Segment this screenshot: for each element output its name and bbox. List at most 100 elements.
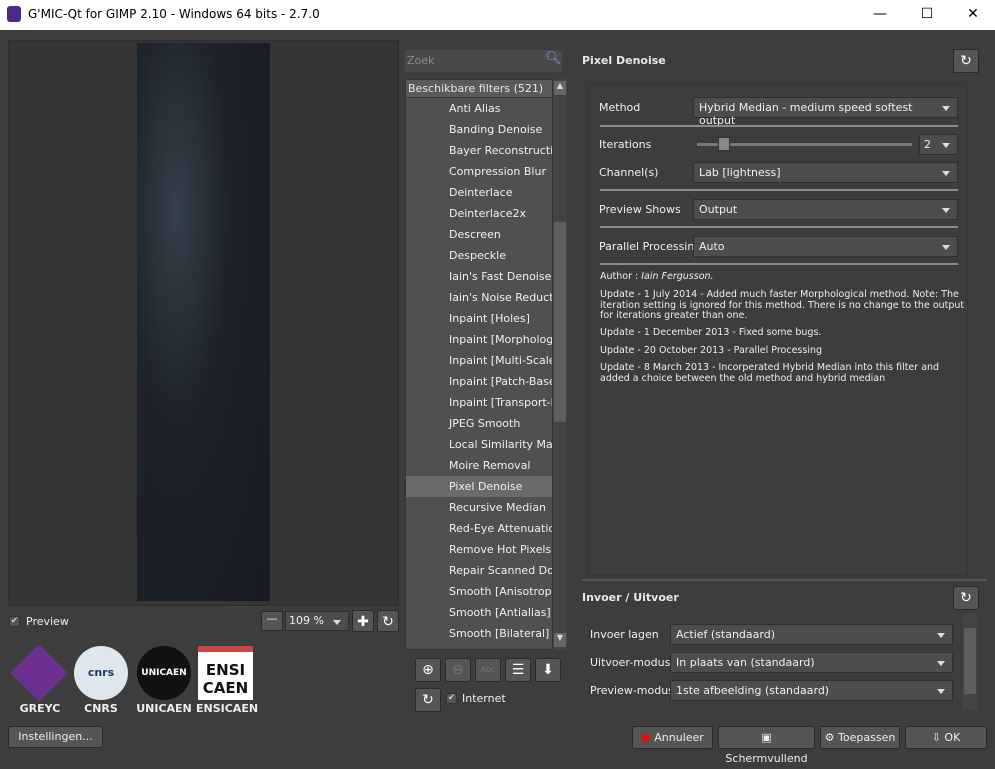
update-note: Update - 20 October 2013 - Parallel Proc…	[600, 345, 823, 356]
scrollbar-thumb[interactable]	[554, 222, 566, 422]
filter-item[interactable]: Banding Denoise	[406, 119, 553, 140]
reset-io-icon[interactable]: ↻	[953, 586, 979, 610]
settings-button[interactable]: Instellingen...	[8, 726, 103, 748]
splitter-handle[interactable]	[582, 579, 987, 581]
output-mode-value: In plaats van (standaard)	[676, 656, 815, 669]
filter-list[interactable]: Beschikbare filters (521) Anti Alias Band…	[405, 79, 567, 650]
filter-item[interactable]: Smooth [Anisotropic]	[406, 581, 553, 602]
filter-item[interactable]: Iain's Noise Reduction	[406, 287, 553, 308]
preview-mode-label: Preview-modus	[590, 684, 674, 697]
filter-item[interactable]: Inpaint [Morphological]	[406, 329, 553, 350]
preview-label: Preview	[26, 615, 69, 628]
filter-list-scrollbar[interactable]: ▲ ▼	[552, 79, 567, 650]
filter-item[interactable]: Moire Removal	[406, 455, 553, 476]
ok-label: OK	[944, 731, 961, 744]
expand-icon[interactable]: ⬇	[535, 658, 561, 682]
filter-item[interactable]: Smooth [Antialias]	[406, 602, 553, 623]
update-note: Update - 8 March 2013 - Incorperated Hyb…	[600, 362, 940, 384]
greyc-logo	[10, 644, 68, 702]
zoom-in-icon[interactable]: ✚	[352, 610, 374, 632]
filter-item[interactable]: Descreen	[406, 224, 553, 245]
filter-item[interactable]: Deinterlace2x	[406, 203, 553, 224]
channels-value: Lab [lightness]	[699, 166, 781, 179]
filter-item[interactable]: Compression Blur	[406, 161, 553, 182]
update-note: Update - 1 July 2014 - Added much faster…	[600, 289, 965, 321]
iterations-slider-handle[interactable]	[718, 137, 730, 151]
scroll-down-icon[interactable]: ▼	[554, 633, 566, 647]
separator	[600, 125, 958, 127]
scroll-up-icon[interactable]: ▲	[554, 81, 566, 95]
update-note: Update - 1 December 2013 - Fixed some bu…	[600, 327, 822, 338]
apply-label: Toepassen	[838, 731, 896, 744]
filter-item[interactable]: Local Similarity Mask	[406, 434, 553, 455]
zoom-out-button[interactable]: —	[261, 611, 283, 631]
fullscreen-button[interactable]: ▣ Schermvullend	[718, 726, 815, 765]
preview-image	[137, 43, 270, 601]
filter-item[interactable]: Deinterlace	[406, 182, 553, 203]
filter-item[interactable]: Inpaint [Holes]	[406, 308, 553, 329]
cancel-label: Annuleer	[654, 731, 704, 744]
cnrs-caption: CNRS	[84, 702, 118, 715]
filter-search-input[interactable]: Zoek	[405, 50, 562, 72]
close-button[interactable]: ✕	[950, 0, 995, 30]
ensicaen-logo: ENSI CAEN	[198, 646, 253, 700]
separator	[600, 263, 958, 265]
filter-item[interactable]: Anti Alias	[406, 98, 553, 119]
apply-icon: ⚙	[824, 731, 835, 744]
select-filters-icon[interactable]: ☰	[505, 658, 531, 682]
reset-zoom-icon[interactable]: ↻	[377, 610, 399, 632]
output-mode-select[interactable]: In plaats van (standaard)	[670, 652, 953, 673]
iterations-value: 2	[924, 138, 931, 151]
window-title: G'MIC-Qt for GIMP 2.10 - Windows 64 bits…	[28, 7, 320, 21]
io-scrollbar[interactable]	[963, 614, 977, 710]
filter-item[interactable]: Smooth [Block PCA]	[406, 644, 553, 649]
search-icon: 🔍︎	[545, 51, 562, 66]
iterations-spinbox[interactable]: 2	[919, 134, 958, 155]
filter-item[interactable]: Smooth [Bilateral]	[406, 623, 553, 644]
filter-item[interactable]: Repair Scanned Document	[406, 560, 553, 581]
separator	[600, 226, 958, 228]
filter-item[interactable]: Pixel Denoise	[406, 476, 553, 497]
filter-item[interactable]: Recursive Median	[406, 497, 553, 518]
filter-item[interactable]: Red-Eye Attenuation	[406, 518, 553, 539]
input-layers-select[interactable]: Actief (standaard)	[670, 624, 953, 645]
io-scrollbar-thumb[interactable]	[964, 628, 976, 694]
apply-button[interactable]: ⚙ Toepassen	[820, 726, 900, 749]
internet-label: Internet	[462, 692, 506, 705]
unicaen-caption: UNICAEN	[136, 702, 192, 715]
fullscreen-label: Schermvullend	[725, 752, 808, 765]
preview-checkbox[interactable]: ✔	[9, 616, 20, 627]
filter-item[interactable]: Iain's Fast Denoise	[406, 266, 553, 287]
output-mode-label: Uitvoer-modus	[590, 656, 671, 669]
filter-item[interactable]: Remove Hot Pixels	[406, 539, 553, 560]
zoom-select[interactable]: 109 %	[285, 611, 349, 631]
parallel-select[interactable]: Auto	[693, 236, 958, 257]
maximize-button[interactable]: ☐	[904, 0, 950, 30]
ok-button[interactable]: ⇩ OK	[905, 726, 987, 749]
filter-item[interactable]: Despeckle	[406, 245, 553, 266]
method-select[interactable]: Hybrid Median - medium speed softest out…	[693, 97, 958, 127]
filter-item[interactable]: JPEG Smooth	[406, 413, 553, 434]
parallel-value: Auto	[699, 240, 725, 253]
preview-shows-select[interactable]: Output	[693, 199, 958, 220]
filter-item[interactable]: Bayer Reconstruction	[406, 140, 553, 161]
preview-mode-select[interactable]: 1ste afbeelding (standaard)	[670, 680, 953, 701]
separator	[600, 189, 958, 191]
reset-params-icon[interactable]: ↻	[953, 49, 979, 73]
input-layers-label: Invoer lagen	[590, 628, 659, 641]
add-favorite-icon[interactable]: ⊕	[415, 658, 441, 682]
parallel-label: Parallel Processing	[599, 240, 702, 253]
author-prefix: Author :	[600, 271, 642, 282]
filter-item[interactable]: Inpaint [Transport-Diffusion]	[406, 392, 553, 413]
cancel-button[interactable]: ● Annuleer	[632, 726, 713, 749]
minimize-button[interactable]: —	[857, 0, 903, 30]
internet-checkbox[interactable]: ✔	[446, 693, 457, 704]
channels-select[interactable]: Lab [lightness]	[693, 162, 958, 183]
title-bar: G'MIC-Qt for GIMP 2.10 - Windows 64 bits…	[0, 0, 995, 30]
refresh-icon[interactable]: ↻	[415, 688, 441, 712]
rename-icon[interactable]: Abc	[475, 658, 501, 682]
filter-item[interactable]: Inpaint [Multi-Scale]	[406, 350, 553, 371]
settings-button-label: Instellingen...	[18, 730, 93, 743]
filter-item[interactable]: Inpaint [Patch-Based]	[406, 371, 553, 392]
remove-favorite-icon[interactable]: ⊖	[445, 658, 471, 682]
